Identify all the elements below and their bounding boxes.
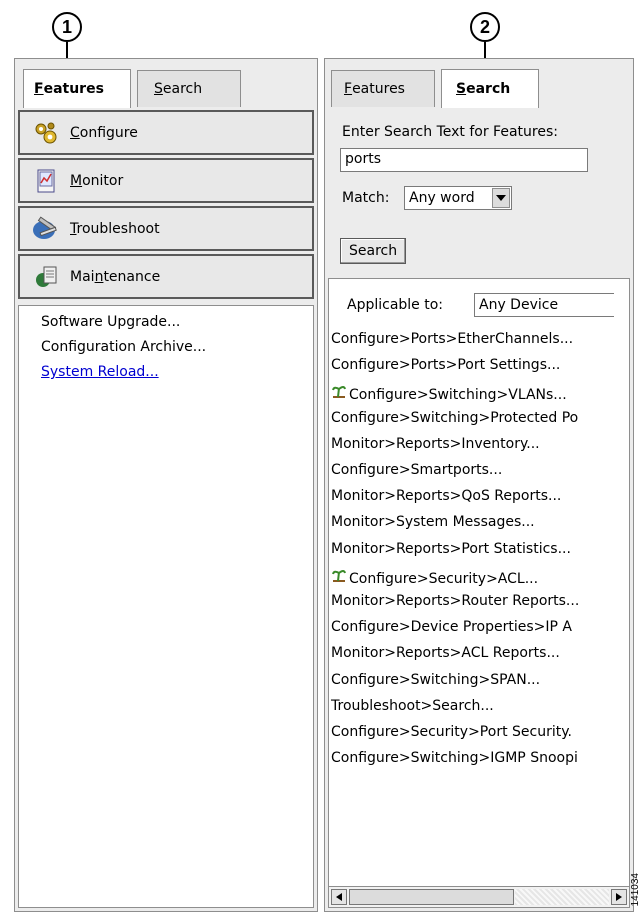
chevron-down-icon[interactable] [492, 188, 510, 208]
scrollbar-thumb[interactable] [349, 889, 514, 905]
result-text: Configure>Switching>SPAN... [331, 671, 541, 688]
result-text: Configure>Ports>Port Settings... [331, 357, 561, 374]
result-item[interactable]: Configure>Ports>Port Settings... [331, 357, 560, 373]
maintenance-label: Maintenance [70, 268, 161, 285]
result-text: Monitor>System Messages... [331, 514, 535, 531]
result-text: Configure>Switching>Protected Po [331, 409, 579, 426]
figure-code: 141034 [630, 872, 641, 906]
result-item[interactable]: Configure>Switching>Protected Po [331, 410, 578, 426]
result-item[interactable]: Monitor>Reports>QoS Reports... [331, 488, 561, 504]
right-tab-bar: Features Search [325, 59, 633, 108]
applicable-to-label: Applicable to: [347, 297, 444, 313]
result-text: Monitor>Reports>QoS Reports... [331, 488, 562, 505]
result-text: Configure>Security>ACL... [349, 570, 539, 587]
result-item[interactable]: Monitor>Reports>Port Statistics... [331, 541, 571, 557]
result-text: Configure>Switching>IGMP Snoopi [331, 750, 578, 767]
callout-1: 1 [52, 12, 82, 42]
scroll-left-icon[interactable] [331, 889, 347, 905]
monitor-label: Monitor [70, 172, 124, 189]
result-text: Configure>Switching>VLANs... [349, 387, 567, 404]
result-text: Monitor>Reports>Inventory... [331, 435, 540, 452]
result-text: Configure>Device Properties>IP A [331, 619, 572, 636]
troubleshoot-button[interactable]: Troubleshoot [18, 206, 314, 251]
result-item[interactable]: Monitor>Reports>Router Reports... [331, 593, 579, 609]
wizard-icon [331, 383, 349, 403]
result-item[interactable]: Configure>Security>ACL... [331, 567, 538, 587]
result-text: Configure>Smartports... [331, 462, 503, 478]
scroll-right-icon[interactable] [611, 889, 627, 905]
result-item[interactable]: Configure>Security>Port Security. [331, 724, 572, 740]
gears-icon [32, 119, 60, 147]
result-item[interactable]: Monitor>Reports>ACL Reports... [331, 645, 560, 661]
callout-2: 2 [470, 12, 500, 42]
result-item[interactable]: Configure>Smartports... [331, 462, 502, 478]
result-text: Troubleshoot>Search... [331, 697, 494, 714]
result-text: Monitor>Reports>ACL Reports... [331, 645, 560, 662]
tools-icon [32, 215, 60, 243]
result-text: Monitor>Reports>Port Statistics... [331, 540, 571, 557]
result-text: Configure>Ports>EtherChannels... [331, 331, 574, 347]
features-panel: Features Search Configure Monitor Troubl… [14, 58, 318, 912]
result-item[interactable]: Configure>Device Properties>IP A [331, 619, 572, 635]
result-item[interactable]: Configure>Ports>EtherChannels... [331, 331, 573, 347]
wizard-icon [331, 567, 349, 587]
search-prompt-label: Enter Search Text for Features: [342, 124, 558, 140]
monitor-button[interactable]: Monitor [18, 158, 314, 203]
monitor-chart-icon [32, 167, 60, 195]
applicable-to-select[interactable]: Any Device [474, 293, 614, 317]
result-text: Monitor>Reports>Router Reports... [331, 593, 580, 609]
result-item[interactable]: Monitor>Reports>Inventory... [331, 436, 540, 452]
configure-button[interactable]: Configure [18, 110, 314, 155]
search-panel: Features Search Enter Search Text for Fe… [324, 58, 634, 912]
applicable-to-value: Any Device [479, 297, 559, 313]
result-item[interactable]: Configure>Switching>SPAN... [331, 672, 540, 688]
match-selected-value: Any word [409, 190, 475, 206]
result-item[interactable]: Troubleshoot>Search... [331, 698, 494, 714]
search-results-pane: Applicable to: Any Device Configure>Port… [328, 278, 630, 908]
configure-label: Configure [70, 124, 138, 141]
search-button[interactable]: Search [340, 238, 407, 264]
match-label: Match: [342, 190, 390, 206]
tab-features[interactable]: Features [331, 70, 435, 107]
system-reload-link[interactable]: System Reload... [41, 364, 159, 380]
search-input[interactable]: ports [340, 148, 588, 172]
horizontal-scrollbar[interactable] [329, 886, 629, 907]
tab-search[interactable]: Search [137, 70, 241, 107]
result-item[interactable]: Configure>Switching>VLANs... [331, 383, 567, 403]
maintenance-items-list: Software Upgrade... Configuration Archiv… [18, 305, 314, 908]
tab-search[interactable]: Search [441, 69, 539, 108]
troubleshoot-label: Troubleshoot [70, 220, 160, 237]
result-text: Configure>Security>Port Security. [331, 724, 572, 740]
maintenance-icon [32, 263, 60, 291]
tab-features[interactable]: Features [23, 69, 131, 108]
configuration-archive-item[interactable]: Configuration Archive... [41, 339, 206, 355]
match-select[interactable]: Any word [404, 186, 512, 210]
software-upgrade-item[interactable]: Software Upgrade... [41, 314, 180, 330]
search-form: Enter Search Text for Features: ports Ma… [328, 108, 630, 276]
result-item[interactable]: Monitor>System Messages... [331, 514, 535, 530]
left-tab-bar: Features Search [15, 59, 317, 108]
maintenance-button[interactable]: Maintenance [18, 254, 314, 299]
result-item[interactable]: Configure>Switching>IGMP Snoopi [331, 750, 578, 766]
scrollbar-track[interactable] [515, 889, 609, 905]
